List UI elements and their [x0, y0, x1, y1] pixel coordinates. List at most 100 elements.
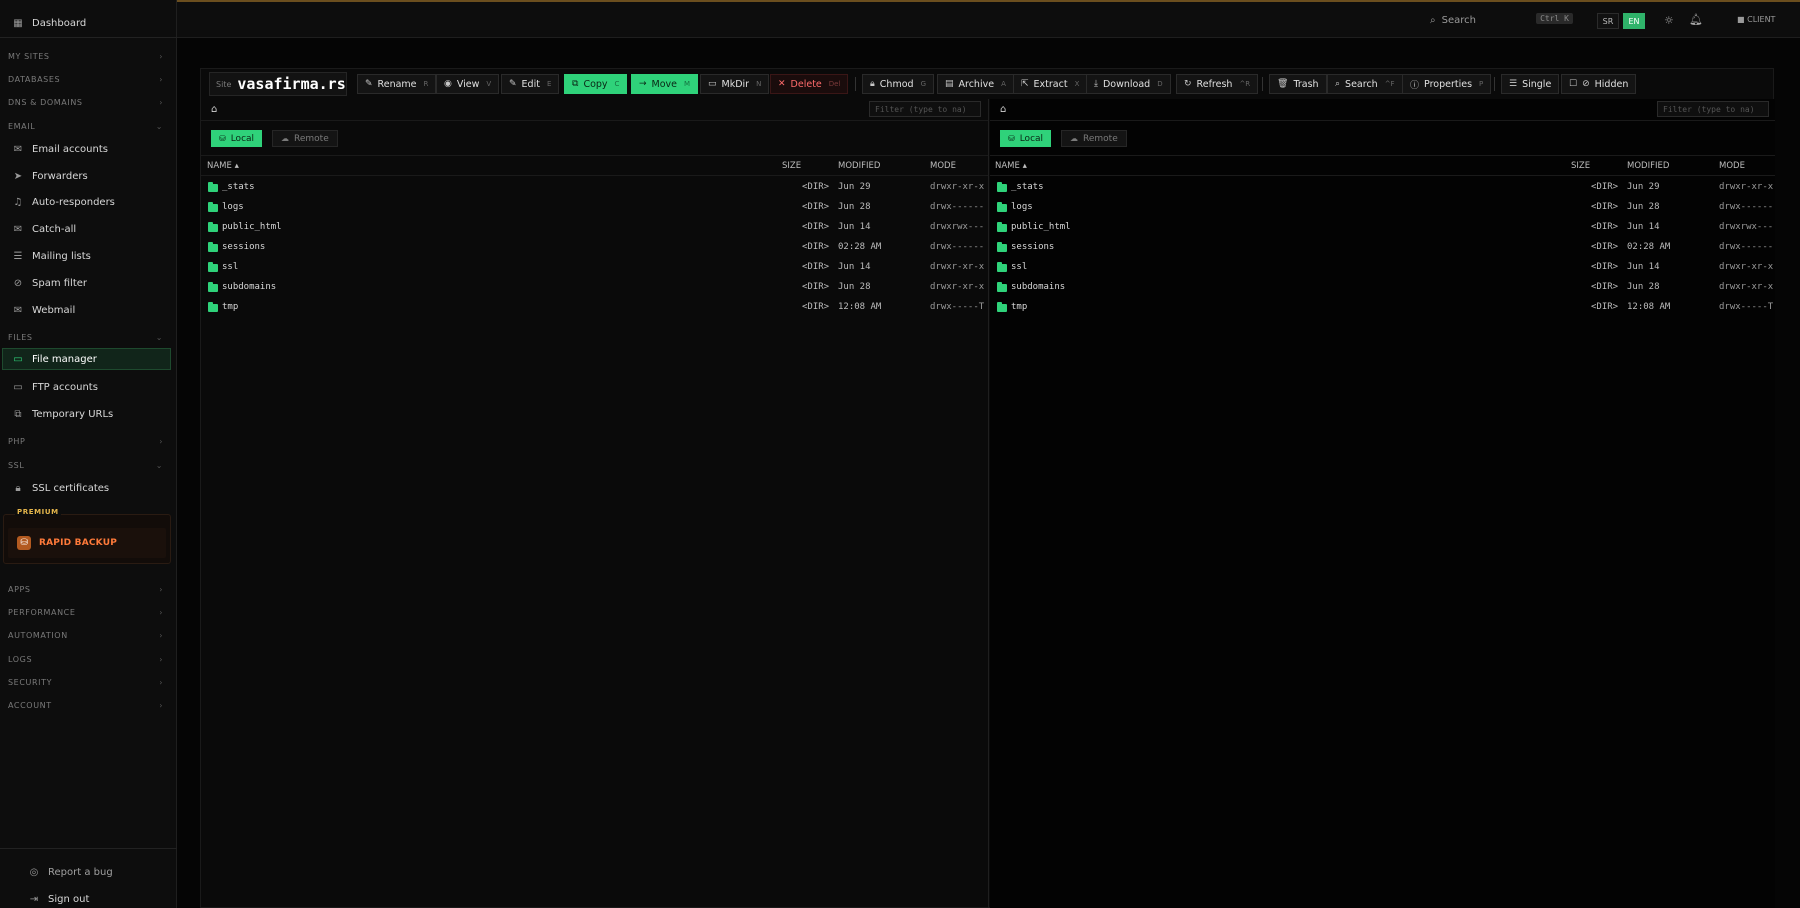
sidebar-section-email[interactable]: EMAIL ⌄: [0, 118, 177, 134]
sidebar-item-ftp-accounts[interactable]: ▭ FTP accounts: [0, 376, 177, 398]
filter-input[interactable]: [869, 101, 981, 117]
col-modified[interactable]: MODIFIED: [838, 161, 880, 171]
backup-icon: ⛁: [17, 536, 31, 550]
table-row[interactable]: tmp <DIR> 12:08 AM drwx-----T: [990, 298, 1775, 318]
file-name: logs: [1011, 202, 1033, 212]
sidebar-item-catch-all[interactable]: ✉ Catch-all: [0, 218, 177, 240]
col-name[interactable]: NAME ▴: [207, 161, 239, 171]
table-row[interactable]: subdomains <DIR> Jun 28 drwxr-xr-x: [990, 278, 1775, 298]
col-name[interactable]: NAME ▴: [995, 161, 1027, 171]
refresh-button[interactable]: ↻ Refresh ^R: [1176, 74, 1259, 94]
notifications-bell-icon[interactable]: 🔔︎: [1689, 13, 1703, 26]
theme-toggle-icon[interactable]: ☼: [1664, 14, 1674, 27]
hidden-files-toggle[interactable]: ☐ ⊘ Hidden: [1561, 74, 1637, 94]
sidebar-section-files[interactable]: FILES ⌄: [0, 329, 177, 345]
file-modified: Jun 14: [1627, 222, 1660, 232]
report-bug-button[interactable]: ◎ Report a bug: [0, 861, 177, 883]
table-row[interactable]: ssl <DIR> Jun 14 drwxr-xr-x: [990, 258, 1775, 278]
sidebar-item-forwarders[interactable]: ➤ Forwarders: [0, 165, 177, 187]
col-size[interactable]: SIZE: [1571, 161, 1590, 171]
properties-button[interactable]: ⓘ Properties P: [1402, 74, 1492, 94]
table-row[interactable]: logs <DIR> Jun 28 drwx------: [201, 198, 988, 218]
file-modified: Jun 29: [838, 182, 871, 192]
edit-button[interactable]: ✎ Edit E: [501, 74, 560, 94]
table-row[interactable]: public_html <DIR> Jun 14 drwxrwx---: [990, 218, 1775, 238]
sidebar-item-temporary-urls[interactable]: ⧉ Temporary URLs: [0, 403, 177, 425]
trash-button[interactable]: 🗑︎ Trash: [1269, 74, 1327, 94]
rename-button[interactable]: ✎ Rename R: [357, 74, 437, 94]
global-search[interactable]: ⌕ Search Ctrl K: [1430, 11, 1573, 29]
col-size[interactable]: SIZE: [782, 161, 801, 171]
chmod-button[interactable]: 🔒︎ Chmod G: [862, 74, 934, 94]
file-size: <DIR>: [1591, 182, 1619, 192]
filter-input[interactable]: [1657, 101, 1769, 117]
delete-button[interactable]: ✕ Delete Del: [770, 74, 849, 94]
local-tab[interactable]: ⛁ Local: [1000, 130, 1052, 147]
sidebar-section-account[interactable]: ACCOUNT ›: [0, 697, 177, 713]
rapid-backup-button[interactable]: ⛁ RAPID BACKUP: [8, 528, 166, 558]
button-label: Archive: [958, 78, 995, 90]
mkdir-button[interactable]: ▭ MkDir N: [700, 74, 770, 94]
button-label: Hidden: [1594, 78, 1629, 90]
source-switch: ⛁ Local ☁ Remote: [990, 121, 1775, 156]
col-mode[interactable]: MODE: [1719, 161, 1745, 171]
table-row[interactable]: _stats <DIR> Jun 29 drwxr-xr-x: [990, 178, 1775, 198]
sidebar-item-ssl-certificates[interactable]: 🔒︎ SSL certificates: [0, 477, 177, 499]
sidebar-section-ssl[interactable]: SSL ⌄: [0, 457, 177, 473]
sidebar-section-my-sites[interactable]: MY SITES ›: [0, 48, 177, 64]
sidebar-item-dashboard[interactable]: ▦ Dashboard: [0, 12, 177, 34]
col-modified[interactable]: MODIFIED: [1627, 161, 1669, 171]
sidebar-section-performance[interactable]: PERFORMANCE ›: [0, 604, 177, 620]
sidebar-section-php[interactable]: PHP ›: [0, 433, 177, 449]
table-row[interactable]: subdomains <DIR> Jun 28 drwxr-xr-x: [201, 278, 988, 298]
table-row[interactable]: logs <DIR> Jun 28 drwx------: [990, 198, 1775, 218]
refresh-icon: ↻: [1184, 79, 1192, 89]
sidebar-section-databases[interactable]: DATABASES ›: [0, 71, 177, 87]
fm-toolbar: Site vasafirma.rs ✎ Rename R ◉ View V ✎ Edit E…: [201, 69, 1775, 99]
lang-en-button[interactable]: EN: [1623, 13, 1645, 29]
table-row[interactable]: sessions <DIR> 02:28 AM drwx------: [990, 238, 1775, 258]
sidebar-item-spam-filter[interactable]: ⊘ Spam filter: [0, 272, 177, 294]
sidebar-item-file-manager[interactable]: ▭ File manager: [2, 348, 171, 370]
sidebar-item-label: FTP accounts: [32, 381, 98, 393]
lang-sr-button[interactable]: SR: [1597, 13, 1619, 29]
sidebar-item-email-accounts[interactable]: ✉ Email accounts: [0, 138, 177, 160]
search-button[interactable]: ⌕ Search ^F: [1327, 74, 1403, 94]
remote-tab[interactable]: ☁ Remote: [272, 130, 338, 147]
extract-button[interactable]: ⇱ Extract X: [1013, 74, 1088, 94]
sidebar-section-logs[interactable]: LOGS ›: [0, 651, 177, 667]
col-mode[interactable]: MODE: [930, 161, 956, 171]
section-label: DNS & DOMAINS: [8, 97, 83, 107]
home-icon[interactable]: ⌂: [211, 104, 217, 115]
cloud-icon: ☁: [281, 134, 289, 143]
client-badge[interactable]: ■ CLIENT: [1737, 15, 1775, 24]
dashboard-icon: ▦: [13, 17, 23, 29]
sign-out-button[interactable]: ⇥ Sign out: [0, 888, 177, 908]
remote-tab[interactable]: ☁ Remote: [1061, 130, 1127, 147]
sidebar-section-apps[interactable]: APPS ›: [0, 581, 177, 597]
table-row[interactable]: ssl <DIR> Jun 14 drwxr-xr-x: [201, 258, 988, 278]
sidebar-section-security[interactable]: SECURITY ›: [0, 674, 177, 690]
table-row[interactable]: sessions <DIR> 02:28 AM drwx------: [201, 238, 988, 258]
archive-button[interactable]: ▤ Archive A: [937, 74, 1014, 94]
copy-button[interactable]: ⧉ Copy C: [564, 74, 628, 94]
file-name: public_html: [222, 222, 282, 232]
file-name: ssl: [1011, 262, 1028, 272]
home-icon[interactable]: ⌂: [1000, 104, 1006, 115]
sidebar-item-webmail[interactable]: ✉ Webmail: [0, 299, 177, 321]
file-mode: drwx------: [930, 202, 985, 212]
local-tab[interactable]: ⛁ Local: [211, 130, 263, 147]
single-pane-button[interactable]: ☰ Single: [1501, 74, 1560, 94]
table-row[interactable]: public_html <DIR> Jun 14 drwxrwx---: [201, 218, 988, 238]
sidebar-section-automation[interactable]: AUTOMATION ›: [0, 627, 177, 643]
download-button[interactable]: ⤓ Download D: [1086, 74, 1171, 94]
sidebar-item-mailing-lists[interactable]: ☰ Mailing lists: [0, 245, 177, 267]
site-selector[interactable]: Site vasafirma.rs: [209, 72, 347, 96]
move-button[interactable]: → Move M: [631, 74, 699, 94]
sidebar-section-dns[interactable]: DNS & DOMAINS ›: [0, 94, 177, 110]
table-row[interactable]: tmp <DIR> 12:08 AM drwx-----T: [201, 298, 988, 318]
table-row[interactable]: _stats <DIR> Jun 29 drwxr-xr-x: [201, 178, 988, 198]
view-button[interactable]: ◉ View V: [436, 74, 500, 94]
chevron-down-icon: ⌄: [155, 460, 163, 470]
sidebar-item-auto-responders[interactable]: ♫ Auto-responders: [0, 191, 177, 213]
